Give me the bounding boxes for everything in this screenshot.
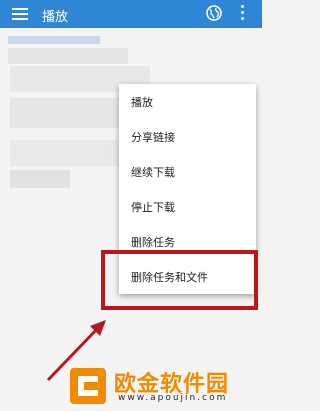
annotation-arrow-icon: [46, 320, 106, 382]
watermark-url: www.apoujin.com: [118, 393, 228, 403]
watermark: 欧金软件园 www.apoujin.com: [68, 366, 256, 410]
watermark-logo-icon: [70, 368, 106, 404]
